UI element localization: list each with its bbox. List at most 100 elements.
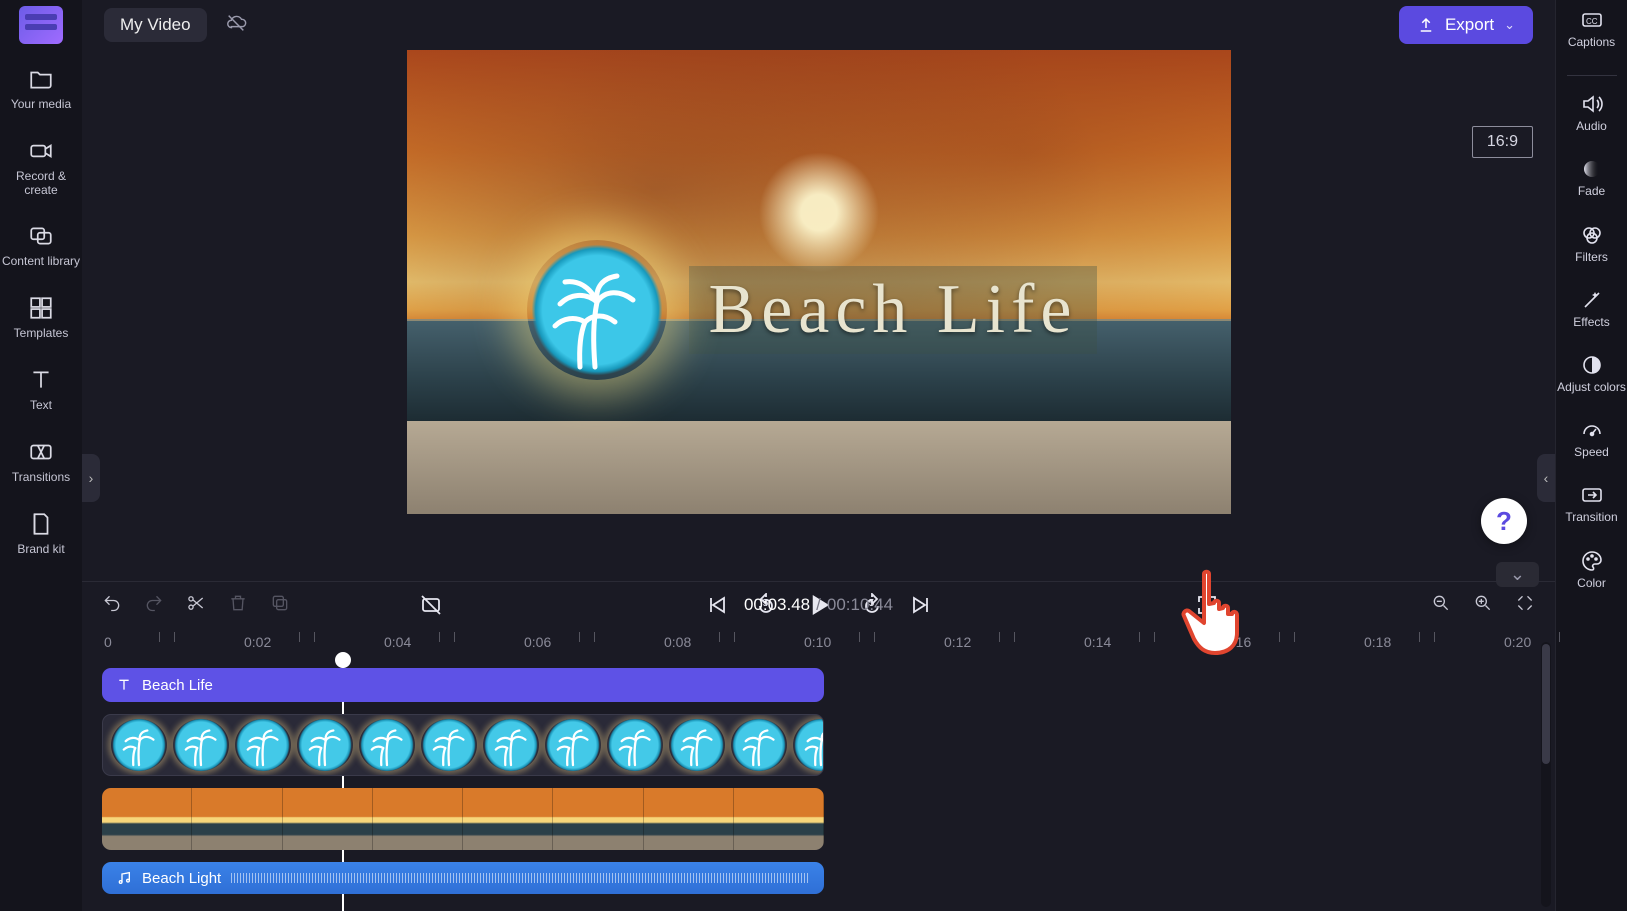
top-bar: My Video Export ⌄: [82, 0, 1555, 50]
panel-color[interactable]: Color: [1556, 547, 1627, 590]
app-logo: [19, 6, 63, 44]
ruler-tick-line: [579, 632, 580, 642]
panel-label: Speed: [1574, 445, 1609, 459]
timeline-toolbar: 00:03.48/00:10.44: [82, 582, 1555, 628]
delete-button[interactable]: [228, 593, 248, 618]
text-clip-label: Beach Life: [142, 677, 213, 694]
timecode-total: 00:10.44: [827, 595, 893, 614]
question-icon: ?: [1496, 506, 1512, 537]
video-thumb: [102, 788, 192, 850]
audio-track-clip[interactable]: Beach Light: [102, 862, 824, 894]
nav-transitions[interactable]: Transitions: [0, 437, 82, 485]
overlay-track-clip[interactable]: [102, 714, 824, 776]
zoom-in-button[interactable]: [1473, 593, 1493, 618]
export-label: Export: [1445, 15, 1494, 35]
ruler-tick-label: 0:10: [804, 634, 831, 650]
text-icon: [116, 677, 132, 693]
cloud-sync-off-icon[interactable]: [225, 12, 247, 39]
panel-label: Fade: [1578, 184, 1605, 198]
ruler-tick-line: [439, 632, 440, 642]
panel-captions[interactable]: CC Captions: [1556, 6, 1627, 49]
adjust-icon: [1556, 351, 1627, 379]
ruler-tick-line: [1434, 632, 1435, 642]
audio-clip-label: Beach Light: [142, 870, 221, 887]
undo-button[interactable]: [102, 593, 122, 618]
ruler-tick-line: [1279, 632, 1280, 642]
palm-icon: [545, 272, 645, 372]
duplicate-button[interactable]: [270, 593, 290, 618]
nav-label: Brand kit: [17, 542, 64, 556]
ruler-tick-line: [299, 632, 300, 642]
nav-text[interactable]: Text: [0, 365, 82, 413]
ruler-tick-line: [859, 632, 860, 642]
panel-transition[interactable]: Transition: [1556, 481, 1627, 524]
nav-your-media[interactable]: Your media: [0, 64, 82, 112]
preview-stage: Beach Life 16:9 5 5: [82, 50, 1555, 581]
ruler-tick-label: 0:08: [664, 634, 691, 650]
ruler-tick-line: [1294, 632, 1295, 642]
timeline-scrollbar[interactable]: [1541, 642, 1551, 907]
video-thumb: [192, 788, 282, 850]
nav-label: Templates: [14, 326, 69, 340]
fade-icon: [1556, 155, 1627, 183]
panel-label: Adjust colors: [1557, 380, 1626, 394]
nav-record-create[interactable]: Record & create: [0, 136, 82, 198]
panel-label: Color: [1577, 576, 1606, 590]
overlay-thumb: [607, 719, 663, 771]
video-canvas[interactable]: Beach Life: [407, 50, 1231, 514]
palette-icon: [1556, 547, 1627, 575]
ruler-tick-label: 0:20: [1504, 634, 1531, 650]
brandkit-icon: [0, 509, 82, 539]
panel-label: Filters: [1575, 250, 1608, 264]
split-button[interactable]: [186, 593, 206, 618]
templates-icon: [0, 293, 82, 323]
overlay-thumb: [793, 719, 824, 771]
divider: [1567, 75, 1617, 76]
ruler-tick-label: 0: [104, 634, 112, 650]
effects-icon: [1556, 286, 1627, 314]
library-icon: [0, 221, 82, 251]
zoom-fit-button[interactable]: [1515, 593, 1535, 618]
nav-content-library[interactable]: Content library: [0, 221, 82, 269]
timeline-ruler[interactable]: 00:020:040:060:080:100:120:140:160:180:2…: [82, 628, 1555, 658]
camera-icon: [0, 136, 82, 166]
overlay-thumb: [421, 719, 477, 771]
export-button[interactable]: Export ⌄: [1399, 6, 1533, 44]
preview-overlay-logo: Beach Life: [527, 240, 1098, 380]
help-button[interactable]: ?: [1481, 498, 1527, 544]
preview-sand: [407, 421, 1231, 514]
ruler-tick-line: [454, 632, 455, 642]
video-thumb: [463, 788, 553, 850]
project-title[interactable]: My Video: [104, 8, 207, 42]
preview-title-text: Beach Life: [689, 266, 1098, 354]
video-thumb: [553, 788, 643, 850]
ruler-tick-line: [1419, 632, 1420, 642]
timecode-display: 00:03.48/00:10.44: [744, 595, 893, 615]
panel-adjust-colors[interactable]: Adjust colors: [1556, 351, 1627, 394]
timecode-current: 00:03.48: [744, 595, 810, 614]
filters-icon: [1556, 221, 1627, 249]
nav-brand-kit[interactable]: Brand kit: [0, 509, 82, 557]
ruler-tick-line: [1139, 632, 1140, 642]
ruler-tick-line: [594, 632, 595, 642]
zoom-out-button[interactable]: [1431, 593, 1451, 618]
overlay-thumb: [111, 719, 167, 771]
text-track-clip[interactable]: Beach Life: [102, 668, 824, 702]
transition-icon: [1556, 481, 1627, 509]
panel-speed[interactable]: Speed: [1556, 416, 1627, 459]
aspect-ratio-button[interactable]: 16:9: [1472, 126, 1533, 158]
panel-fade[interactable]: Fade: [1556, 155, 1627, 198]
nav-templates[interactable]: Templates: [0, 293, 82, 341]
nav-label: Content library: [2, 254, 80, 268]
panel-filters[interactable]: Filters: [1556, 221, 1627, 264]
nav-label: Text: [30, 398, 52, 412]
captions-icon: CC: [1556, 6, 1627, 34]
video-track-clip[interactable]: [102, 788, 824, 850]
panel-effects[interactable]: Effects: [1556, 286, 1627, 329]
video-thumb: [734, 788, 824, 850]
ruler-tick-line: [174, 632, 175, 642]
redo-button[interactable]: [144, 593, 164, 618]
folder-icon: [0, 64, 82, 94]
panel-audio[interactable]: Audio: [1556, 90, 1627, 133]
overlay-thumb: [173, 719, 229, 771]
